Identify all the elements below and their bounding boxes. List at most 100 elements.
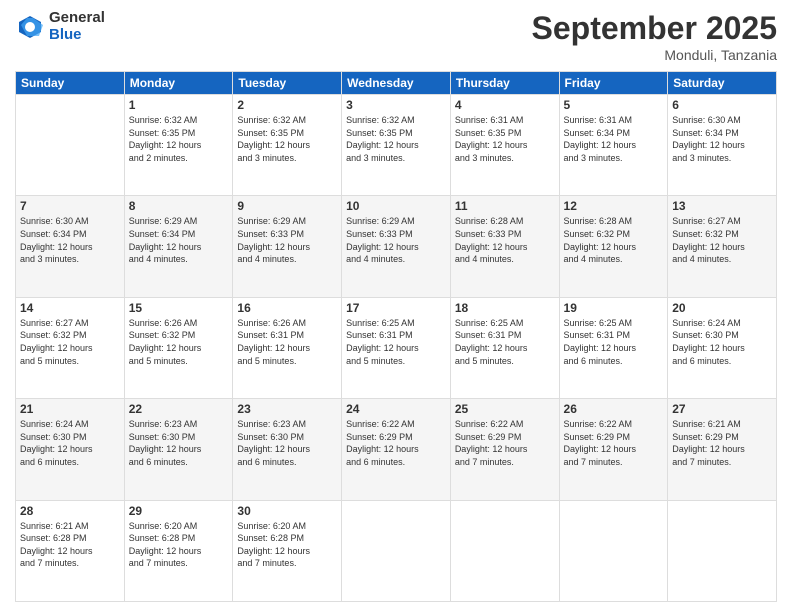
- week-row-3: 14Sunrise: 6:27 AM Sunset: 6:32 PM Dayli…: [16, 297, 777, 398]
- day-info: Sunrise: 6:21 AM Sunset: 6:29 PM Dayligh…: [672, 418, 772, 468]
- day-cell: 9 Sunrise: 6:29 AM Sunset: 6:33 PM Daylig…: [233, 196, 342, 297]
- day-cell: 4 Sunrise: 6:31 AM Sunset: 6:35 PM Daylig…: [450, 95, 559, 196]
- day-info: Sunrise: 6:32 AM Sunset: 6:35 PM Dayligh…: [346, 114, 446, 164]
- day-cell: 8Sunrise: 6:29 AM Sunset: 6:34 PM Daylig…: [124, 196, 233, 297]
- day-info: Sunrise: 6:25 AM Sunset: 6:31 PM Dayligh…: [346, 317, 446, 367]
- col-header-sunday: Sunday: [16, 72, 125, 95]
- day-cell: 7Sunrise: 6:30 AM Sunset: 6:34 PM Daylig…: [16, 196, 125, 297]
- day-cell: 13Sunrise: 6:27 AM Sunset: 6:32 PM Dayli…: [668, 196, 777, 297]
- week-row-4: 21 Sunrise: 6:24 AM Sunset: 6:30 PM Dayli…: [16, 399, 777, 500]
- day-info: Sunrise: 6:27 AM Sunset: 6:32 PM Dayligh…: [672, 215, 772, 265]
- day-cell: 17 Sunrise: 6:25 AM Sunset: 6:31 PM Dayli…: [342, 297, 451, 398]
- day-number: 11: [455, 199, 555, 213]
- day-info: Sunrise: 6:28 AM Sunset: 6:32 PM Dayligh…: [564, 215, 664, 265]
- day-cell: 23 Sunrise: 6:23 AM Sunset: 6:30 PM Dayli…: [233, 399, 342, 500]
- day-number: 15: [129, 301, 229, 315]
- calendar: SundayMondayTuesdayWednesdayThursdayFrid…: [15, 71, 777, 602]
- day-info: Sunrise: 6:24 AM Sunset: 6:30 PM Dayligh…: [20, 418, 120, 468]
- day-number: 9: [237, 199, 337, 213]
- day-number: 24: [346, 402, 446, 416]
- day-info: Sunrise: 6:20 AM Sunset: 6:28 PM Dayligh…: [237, 520, 337, 570]
- day-cell: [450, 500, 559, 601]
- day-cell: 10 Sunrise: 6:29 AM Sunset: 6:33 PM Dayli…: [342, 196, 451, 297]
- day-cell: 15 Sunrise: 6:26 AM Sunset: 6:32 PM Dayli…: [124, 297, 233, 398]
- day-number: 7: [20, 199, 120, 213]
- day-cell: 6Sunrise: 6:30 AM Sunset: 6:34 PM Daylig…: [668, 95, 777, 196]
- day-cell: [342, 500, 451, 601]
- day-cell: [559, 500, 668, 601]
- day-info: Sunrise: 6:32 AM Sunset: 6:35 PM Dayligh…: [237, 114, 337, 164]
- col-header-friday: Friday: [559, 72, 668, 95]
- day-info: Sunrise: 6:31 AM Sunset: 6:34 PM Dayligh…: [564, 114, 664, 164]
- day-number: 22: [129, 402, 229, 416]
- day-info: Sunrise: 6:25 AM Sunset: 6:31 PM Dayligh…: [564, 317, 664, 367]
- day-number: 20: [672, 301, 772, 315]
- day-cell: 27 Sunrise: 6:21 AM Sunset: 6:29 PM Dayli…: [668, 399, 777, 500]
- day-number: 14: [20, 301, 120, 315]
- day-cell: 21 Sunrise: 6:24 AM Sunset: 6:30 PM Dayli…: [16, 399, 125, 500]
- day-cell: 22 Sunrise: 6:23 AM Sunset: 6:30 PM Dayli…: [124, 399, 233, 500]
- day-number: 27: [672, 402, 772, 416]
- day-number: 12: [564, 199, 664, 213]
- day-number: 16: [237, 301, 337, 315]
- week-row-1: 1 Sunrise: 6:32 AM Sunset: 6:35 PM Daylig…: [16, 95, 777, 196]
- week-row-5: 28 Sunrise: 6:21 AM Sunset: 6:28 PM Dayli…: [16, 500, 777, 601]
- day-cell: 18 Sunrise: 6:25 AM Sunset: 6:31 PM Dayli…: [450, 297, 559, 398]
- day-number: 6: [672, 98, 772, 112]
- day-number: 30: [237, 504, 337, 518]
- day-info: Sunrise: 6:20 AM Sunset: 6:28 PM Dayligh…: [129, 520, 229, 570]
- day-cell: 2Sunrise: 6:32 AM Sunset: 6:35 PM Daylig…: [233, 95, 342, 196]
- title-block: September 2025 Monduli, Tanzania: [532, 10, 777, 63]
- day-info: Sunrise: 6:26 AM Sunset: 6:31 PM Dayligh…: [237, 317, 337, 367]
- day-number: 1: [129, 98, 229, 112]
- day-number: 18: [455, 301, 555, 315]
- day-cell: 3Sunrise: 6:32 AM Sunset: 6:35 PM Daylig…: [342, 95, 451, 196]
- day-number: 17: [346, 301, 446, 315]
- day-cell: 26Sunrise: 6:22 AM Sunset: 6:29 PM Dayli…: [559, 399, 668, 500]
- day-cell: 14Sunrise: 6:27 AM Sunset: 6:32 PM Dayli…: [16, 297, 125, 398]
- day-number: 28: [20, 504, 120, 518]
- day-info: Sunrise: 6:26 AM Sunset: 6:32 PM Dayligh…: [129, 317, 229, 367]
- day-info: Sunrise: 6:28 AM Sunset: 6:33 PM Dayligh…: [455, 215, 555, 265]
- day-cell: 11 Sunrise: 6:28 AM Sunset: 6:33 PM Dayli…: [450, 196, 559, 297]
- location: Monduli, Tanzania: [532, 47, 777, 63]
- day-info: Sunrise: 6:21 AM Sunset: 6:28 PM Dayligh…: [20, 520, 120, 570]
- day-number: 19: [564, 301, 664, 315]
- header-row: SundayMondayTuesdayWednesdayThursdayFrid…: [16, 72, 777, 95]
- header: General Blue September 2025 Monduli, Tan…: [15, 10, 777, 63]
- day-number: 26: [564, 402, 664, 416]
- day-info: Sunrise: 6:23 AM Sunset: 6:30 PM Dayligh…: [237, 418, 337, 468]
- day-info: Sunrise: 6:32 AM Sunset: 6:35 PM Dayligh…: [129, 114, 229, 164]
- day-info: Sunrise: 6:24 AM Sunset: 6:30 PM Dayligh…: [672, 317, 772, 367]
- day-cell: 25 Sunrise: 6:22 AM Sunset: 6:29 PM Dayli…: [450, 399, 559, 500]
- day-info: Sunrise: 6:29 AM Sunset: 6:33 PM Dayligh…: [237, 215, 337, 265]
- day-number: 10: [346, 199, 446, 213]
- day-cell: 29Sunrise: 6:20 AM Sunset: 6:28 PM Dayli…: [124, 500, 233, 601]
- day-info: Sunrise: 6:23 AM Sunset: 6:30 PM Dayligh…: [129, 418, 229, 468]
- day-number: 25: [455, 402, 555, 416]
- day-number: 5: [564, 98, 664, 112]
- day-info: Sunrise: 6:29 AM Sunset: 6:33 PM Dayligh…: [346, 215, 446, 265]
- logo: General Blue: [15, 10, 105, 43]
- day-cell: 5 Sunrise: 6:31 AM Sunset: 6:34 PM Daylig…: [559, 95, 668, 196]
- day-cell: 12 Sunrise: 6:28 AM Sunset: 6:32 PM Dayli…: [559, 196, 668, 297]
- day-cell: 20 Sunrise: 6:24 AM Sunset: 6:30 PM Dayli…: [668, 297, 777, 398]
- day-cell: 28 Sunrise: 6:21 AM Sunset: 6:28 PM Dayli…: [16, 500, 125, 601]
- col-header-thursday: Thursday: [450, 72, 559, 95]
- day-number: 4: [455, 98, 555, 112]
- page: General Blue September 2025 Monduli, Tan…: [0, 0, 792, 612]
- day-cell: 30 Sunrise: 6:20 AM Sunset: 6:28 PM Dayli…: [233, 500, 342, 601]
- col-header-tuesday: Tuesday: [233, 72, 342, 95]
- day-cell: 24 Sunrise: 6:22 AM Sunset: 6:29 PM Dayli…: [342, 399, 451, 500]
- day-info: Sunrise: 6:22 AM Sunset: 6:29 PM Dayligh…: [346, 418, 446, 468]
- month-title: September 2025: [532, 10, 777, 47]
- day-cell: [16, 95, 125, 196]
- col-header-saturday: Saturday: [668, 72, 777, 95]
- day-number: 23: [237, 402, 337, 416]
- col-header-monday: Monday: [124, 72, 233, 95]
- day-info: Sunrise: 6:31 AM Sunset: 6:35 PM Dayligh…: [455, 114, 555, 164]
- day-info: Sunrise: 6:25 AM Sunset: 6:31 PM Dayligh…: [455, 317, 555, 367]
- day-number: 21: [20, 402, 120, 416]
- week-row-2: 7Sunrise: 6:30 AM Sunset: 6:34 PM Daylig…: [16, 196, 777, 297]
- day-info: Sunrise: 6:22 AM Sunset: 6:29 PM Dayligh…: [455, 418, 555, 468]
